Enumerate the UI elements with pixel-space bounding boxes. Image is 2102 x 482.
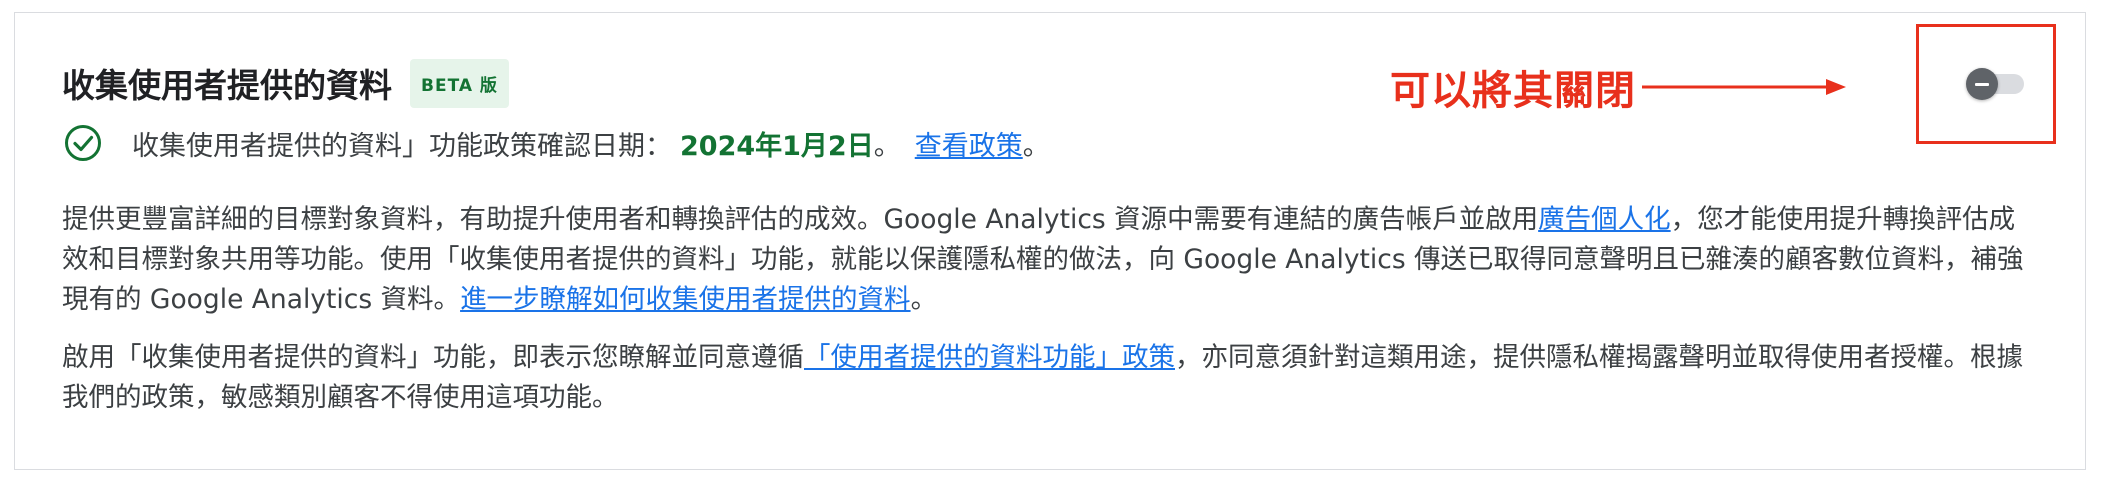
confirmation-date: 2024年1月2日 [680,130,874,162]
check-circle-icon [65,125,101,161]
annotation: 可以將其關閉 [1390,58,1848,116]
ad-personalization-link[interactable]: 廣告個人化 [1538,204,1671,235]
view-policy-link[interactable]: 查看政策 [915,124,1023,163]
learn-more-link[interactable]: 進一步瞭解如何收集使用者提供的資料 [460,284,911,315]
toggle-thumb [1966,68,1998,100]
arrow-right-icon [1642,79,1846,95]
user-data-policy-link[interactable]: 「使用者提供的資料功能」政策 [804,342,1175,373]
collect-user-data-toggle[interactable] [1966,68,2026,100]
confirmation-end: 。 [1022,130,1050,162]
confirmation-text: 收集使用者提供的資料」功能政策確認日期： [132,130,672,162]
policy-confirmation: 收集使用者提供的資料」功能政策確認日期： 2024年1月2日 。 查看政策 。 [64,118,1050,168]
description-paragraph-2: 啟用「收集使用者提供的資料」功能，即表示您瞭解並同意遵循「使用者提供的資料功能」… [62,338,2037,418]
description-text: 啟用「收集使用者提供的資料」功能，即表示您瞭解並同意遵循 [62,342,804,373]
annotation-text: 可以將其關閉 [1390,68,1636,114]
description-text: 提供更豐富詳細的目標對象資料，有助提升使用者和轉換評估的成效。Google An… [62,204,1539,235]
header: 收集使用者提供的資料 BETA 版 [62,56,509,110]
page-title: 收集使用者提供的資料 [62,66,392,105]
beta-badge: BETA 版 [410,58,509,108]
description-paragraph-1: 提供更豐富詳細的目標對象資料，有助提升使用者和轉換評估的成效。Google An… [62,200,2037,320]
description-text: 。 [910,284,938,315]
confirmation-separator: 。 [873,130,901,162]
